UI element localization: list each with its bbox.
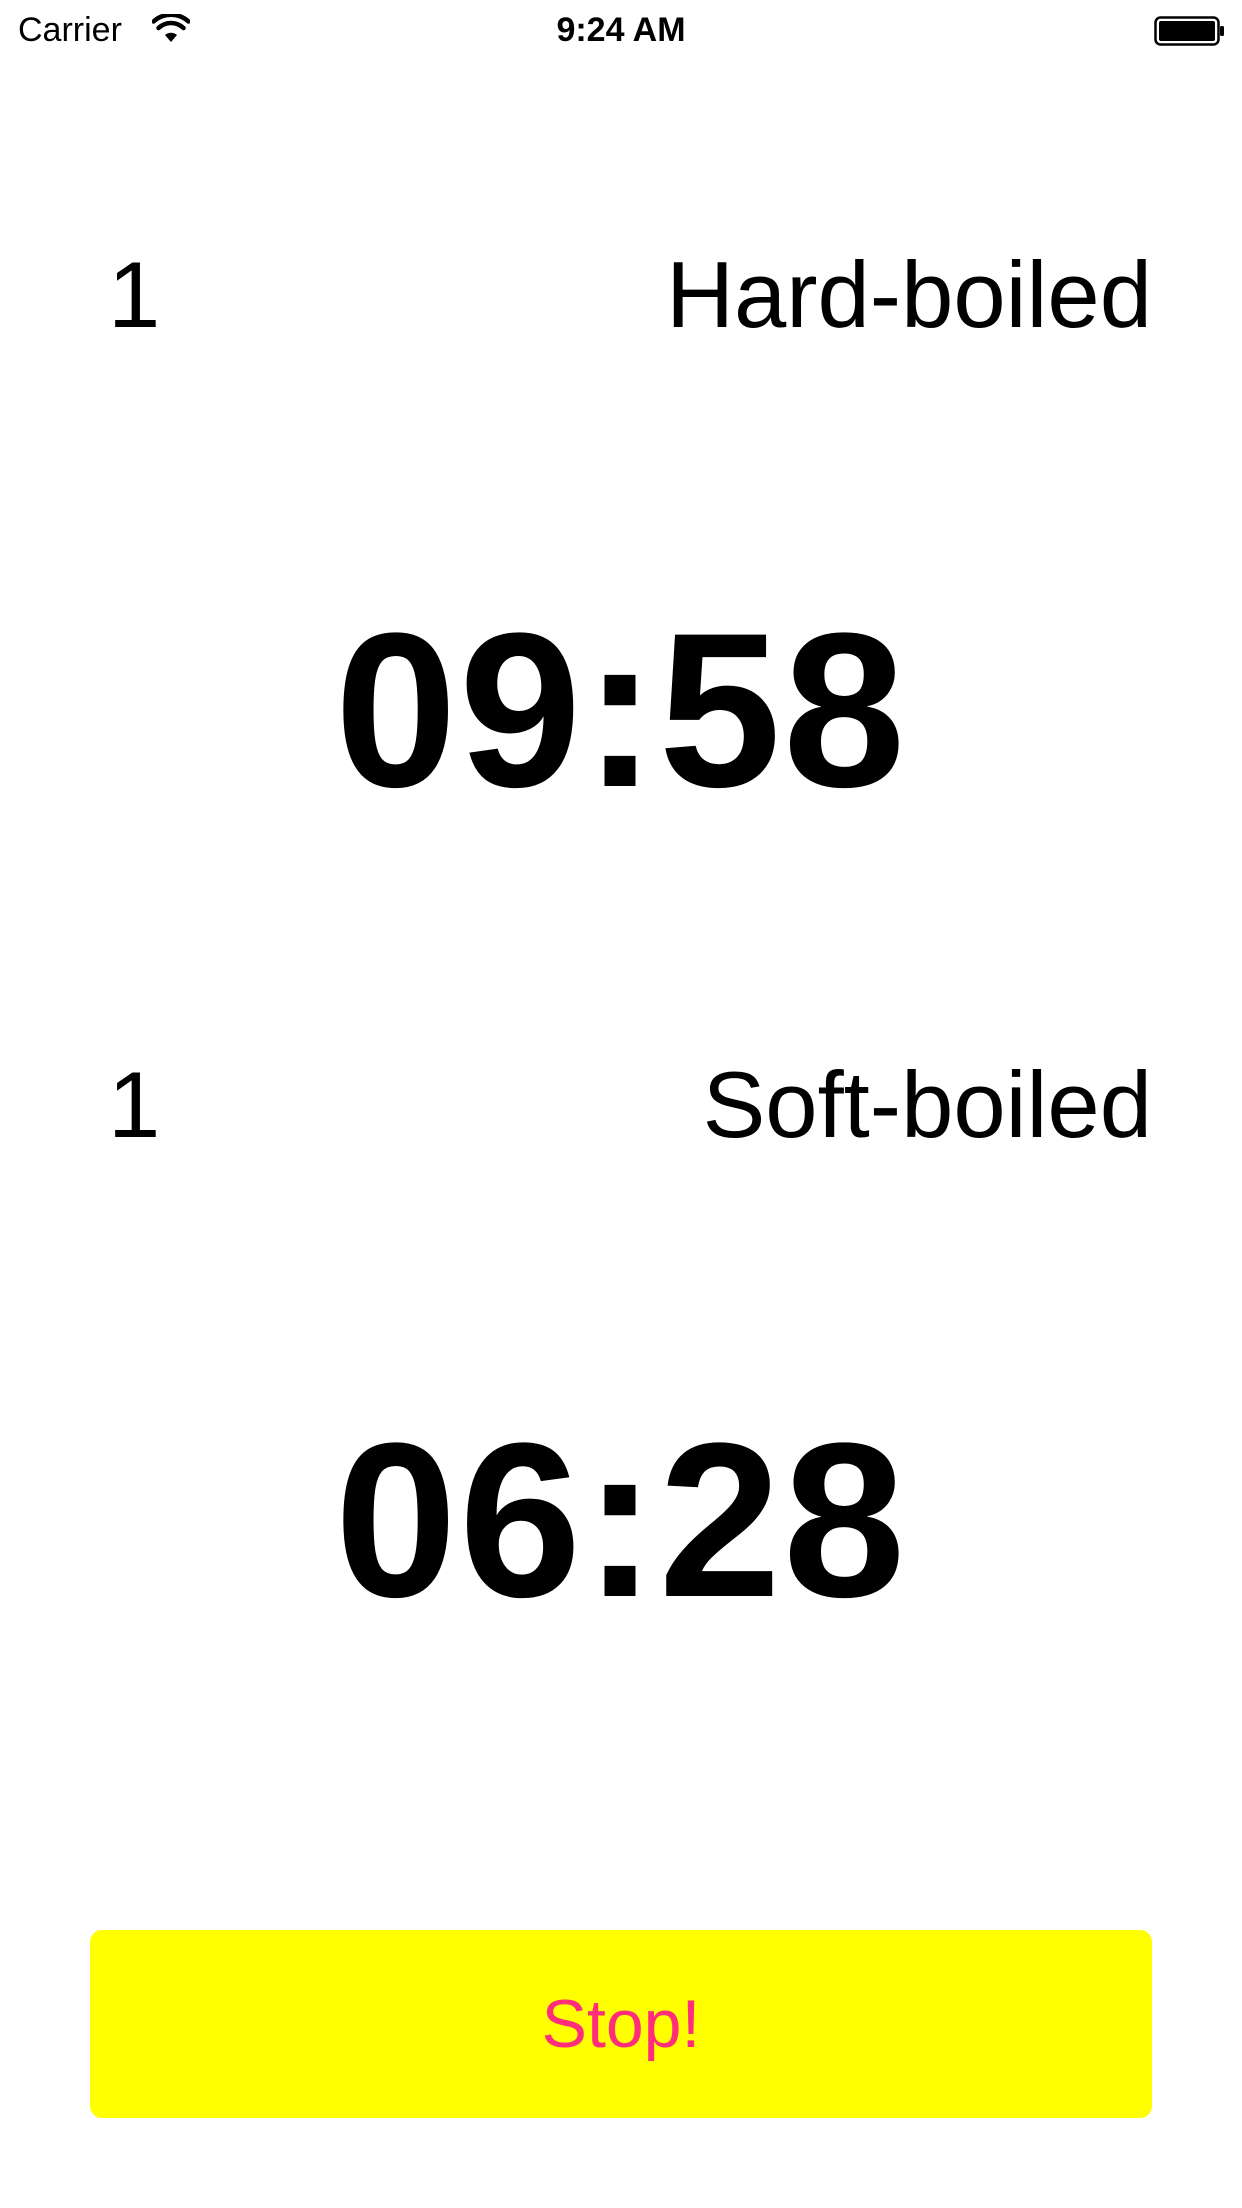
countdown-timer-hard-boiled: 09:58 — [334, 587, 908, 833]
egg-count: 1 — [108, 1052, 161, 1157]
stop-button[interactable]: Stop! — [90, 1930, 1152, 2118]
egg-count: 1 — [108, 242, 161, 347]
status-time: 9:24 AM — [556, 11, 686, 49]
status-bar: Carrier 9:24 AM — [0, 0, 1242, 60]
timer-row-soft-boiled: 1 Soft-boiled — [108, 1050, 1152, 1160]
countdown-timer-soft-boiled: 06:28 — [334, 1397, 908, 1643]
egg-type-label: Soft-boiled — [702, 1052, 1152, 1157]
egg-type-label: Hard-boiled — [666, 242, 1152, 347]
battery-icon — [1154, 16, 1224, 46]
timer-row-hard-boiled: 1 Hard-boiled — [108, 240, 1152, 350]
